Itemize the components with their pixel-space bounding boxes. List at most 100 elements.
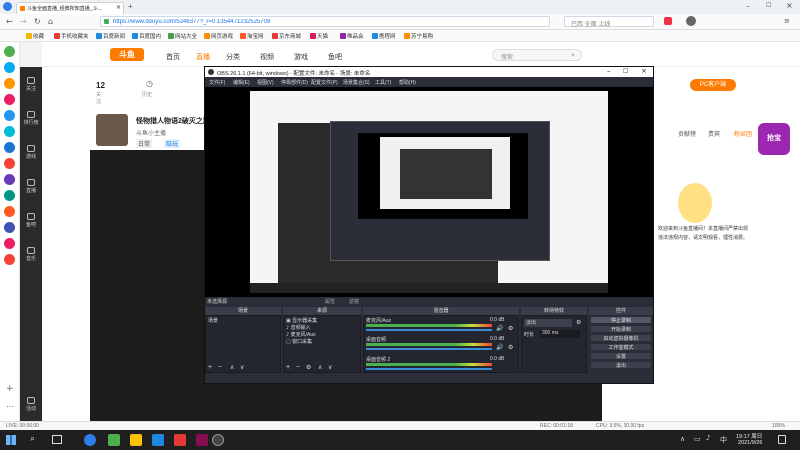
bookmark-3[interactable]: 百度国内 bbox=[132, 32, 161, 40]
sidebar-icon-2[interactable] bbox=[4, 62, 15, 73]
bookmark-6[interactable]: 淘宝网 bbox=[240, 32, 264, 40]
treasure-badge[interactable]: 抢宝 bbox=[758, 123, 790, 155]
taskbar-app-explorer[interactable] bbox=[130, 434, 142, 446]
obs-menu-tools[interactable]: 工具(T) bbox=[375, 79, 391, 86]
notification-icon[interactable] bbox=[778, 435, 786, 444]
sidebar-icon-11[interactable] bbox=[4, 206, 15, 217]
sidebar-icon-12[interactable] bbox=[4, 222, 15, 233]
scene-add-button[interactable]: + bbox=[208, 364, 212, 371]
home-icon[interactable]: ⌂ bbox=[48, 17, 53, 26]
obs-maximize-icon[interactable]: ☐ bbox=[623, 68, 628, 75]
mixer-channel-1-mute-icon[interactable]: 🔊 bbox=[496, 344, 503, 351]
source-down-button[interactable]: ∨ bbox=[328, 364, 332, 371]
nav-follow[interactable]: 关注 bbox=[20, 77, 42, 92]
bookmark-0[interactable]: 收藏 bbox=[26, 32, 44, 40]
sidebar-icon-14[interactable] bbox=[4, 254, 15, 265]
search-icon[interactable]: ⌕ bbox=[571, 51, 575, 60]
back-icon[interactable]: ← bbox=[6, 17, 13, 26]
download-button[interactable]: PC客户端 bbox=[690, 79, 736, 91]
obs-close-icon[interactable]: × bbox=[641, 67, 647, 75]
obs-menu-file[interactable]: 文件(F) bbox=[209, 79, 225, 86]
mixer-channel-0-slider[interactable] bbox=[366, 329, 492, 331]
taskbar-app-browser[interactable] bbox=[84, 434, 96, 446]
sidebar-icon-13[interactable] bbox=[4, 238, 15, 249]
mixer-channel-1-slider[interactable] bbox=[366, 348, 492, 350]
douyu-logo[interactable]: 斗鱼 bbox=[110, 48, 144, 61]
scene-down-button[interactable]: ∨ bbox=[240, 364, 244, 371]
sidebar-icon-3[interactable] bbox=[4, 78, 15, 89]
bookmark-7[interactable]: 京东商城 bbox=[272, 32, 301, 40]
douyu-search-input[interactable]: 搜索 ⌕ bbox=[492, 49, 582, 61]
taskbar-app-3[interactable] bbox=[174, 434, 186, 446]
clock-time[interactable]: 19:17 周日 bbox=[736, 432, 762, 440]
sidebar-icon-1[interactable] bbox=[4, 46, 15, 57]
nav-live[interactable]: 直播 bbox=[20, 179, 42, 194]
ime-indicator[interactable]: 中 bbox=[720, 435, 727, 445]
host-name[interactable]: 斗鱼小主播 bbox=[136, 128, 166, 137]
taskbar-app-2[interactable] bbox=[152, 434, 164, 446]
duration-input[interactable]: 300 ms bbox=[540, 330, 580, 338]
exit-button[interactable]: 退出 bbox=[590, 361, 652, 369]
nav-yuba[interactable]: 鱼吧 bbox=[328, 52, 342, 62]
bookmark-4[interactable]: 网站大全 bbox=[168, 32, 197, 40]
nav-games[interactable]: 游戏 bbox=[294, 52, 308, 62]
sidebar-icon-9[interactable] bbox=[4, 174, 15, 185]
bookmark-9[interactable]: 唯品会 bbox=[340, 32, 364, 40]
nav-music[interactable]: 音乐 bbox=[20, 247, 42, 262]
properties-button[interactable]: 属性 bbox=[325, 298, 335, 305]
source-remove-button[interactable]: − bbox=[296, 364, 300, 371]
bookmark-5[interactable]: 网页游戏 bbox=[204, 32, 233, 40]
browser-search-box[interactable]: 巴西 全面 上线 bbox=[564, 16, 654, 28]
close-icon[interactable]: × bbox=[786, 1, 793, 10]
nav-activity[interactable]: 活动 bbox=[20, 397, 42, 412]
minimize-icon[interactable]: – bbox=[746, 2, 750, 10]
bookmark-11[interactable]: 苏宁易购 bbox=[404, 32, 433, 40]
obs-menu-edit[interactable]: 编辑(E) bbox=[233, 79, 250, 86]
studio-mode-button[interactable]: 工作室模式 bbox=[590, 343, 652, 351]
browser-logo-icon[interactable] bbox=[3, 2, 12, 11]
nav-rank[interactable]: 排行榜 bbox=[20, 111, 42, 126]
right-tab-2[interactable]: 粉丝团 bbox=[734, 129, 752, 138]
host-avatar[interactable] bbox=[96, 114, 128, 146]
menu-icon[interactable]: ≡ bbox=[784, 17, 790, 25]
source-up-button[interactable]: ∧ bbox=[318, 364, 322, 371]
nav-fishbar[interactable]: 鱼吧 bbox=[20, 213, 42, 228]
network-icon[interactable]: ▭ bbox=[694, 435, 701, 443]
stop-recording-button[interactable]: 停止录制 bbox=[590, 316, 652, 324]
history-icon[interactable]: ◷ bbox=[146, 79, 153, 88]
obs-preview[interactable] bbox=[205, 87, 653, 297]
settings-button[interactable]: 设置 bbox=[590, 352, 652, 360]
forward-icon[interactable]: → bbox=[20, 17, 27, 26]
virtual-camera-button[interactable]: 启动虚拟摄像机 bbox=[590, 334, 652, 342]
sources-list[interactable]: ▣ 显示器采集 ♪ 音频输入 ♪ 麦克风/Aux ▢ 窗口采集 + − ⚙ ∧ … bbox=[283, 315, 361, 373]
sidebar-add-icon[interactable]: + bbox=[6, 384, 14, 394]
mixer-channel-2-slider[interactable] bbox=[366, 368, 492, 370]
maximize-icon[interactable]: ☐ bbox=[766, 2, 771, 9]
toolbar-extension-icon[interactable] bbox=[664, 17, 672, 25]
obs-menu-view[interactable]: 视图(V) bbox=[257, 79, 274, 86]
filters-button[interactable]: 滤镜 bbox=[349, 298, 359, 305]
mixer-channel-1-gear-icon[interactable]: ⚙ bbox=[508, 344, 513, 351]
sidebar-icon-4[interactable] bbox=[4, 94, 15, 105]
tray-up-icon[interactable]: ∧ bbox=[680, 435, 685, 443]
nav-live-tab[interactable]: 直播 bbox=[196, 52, 210, 62]
taskbar-app-obs[interactable] bbox=[212, 434, 224, 446]
scene-up-button[interactable]: ∧ bbox=[230, 364, 234, 371]
search-taskbar-icon[interactable]: ⌕ bbox=[30, 434, 35, 444]
taskbar-app-4[interactable] bbox=[196, 434, 208, 446]
scenes-list[interactable]: 场景 + − ∧ ∨ bbox=[205, 315, 281, 373]
bookmark-2[interactable]: 百度新闻 bbox=[96, 32, 125, 40]
bookmark-10[interactable]: 携程网 bbox=[372, 32, 396, 40]
source-item-3[interactable]: ▢ 窗口采集 bbox=[286, 338, 360, 345]
right-tab-1[interactable]: 贵宾 bbox=[708, 129, 720, 138]
taskbar-app-wechat[interactable] bbox=[108, 434, 120, 446]
scene-item[interactable]: 场景 bbox=[208, 317, 218, 324]
obs-menu-help[interactable]: 帮助(H) bbox=[399, 79, 416, 86]
source-item-2[interactable]: ♪ 麦克风/Aux bbox=[286, 331, 360, 338]
url-field[interactable]: https://www.douyu.com/5246377?_r=0.13544… bbox=[100, 16, 550, 27]
volume-icon[interactable]: ♪ bbox=[706, 434, 710, 442]
nav-game[interactable]: 游戏 bbox=[20, 145, 42, 160]
nav-home[interactable]: 首页 bbox=[166, 52, 180, 62]
bookmark-1[interactable]: 手机收藏夹 bbox=[54, 32, 89, 40]
transition-select[interactable]: 淡出 bbox=[524, 319, 572, 327]
